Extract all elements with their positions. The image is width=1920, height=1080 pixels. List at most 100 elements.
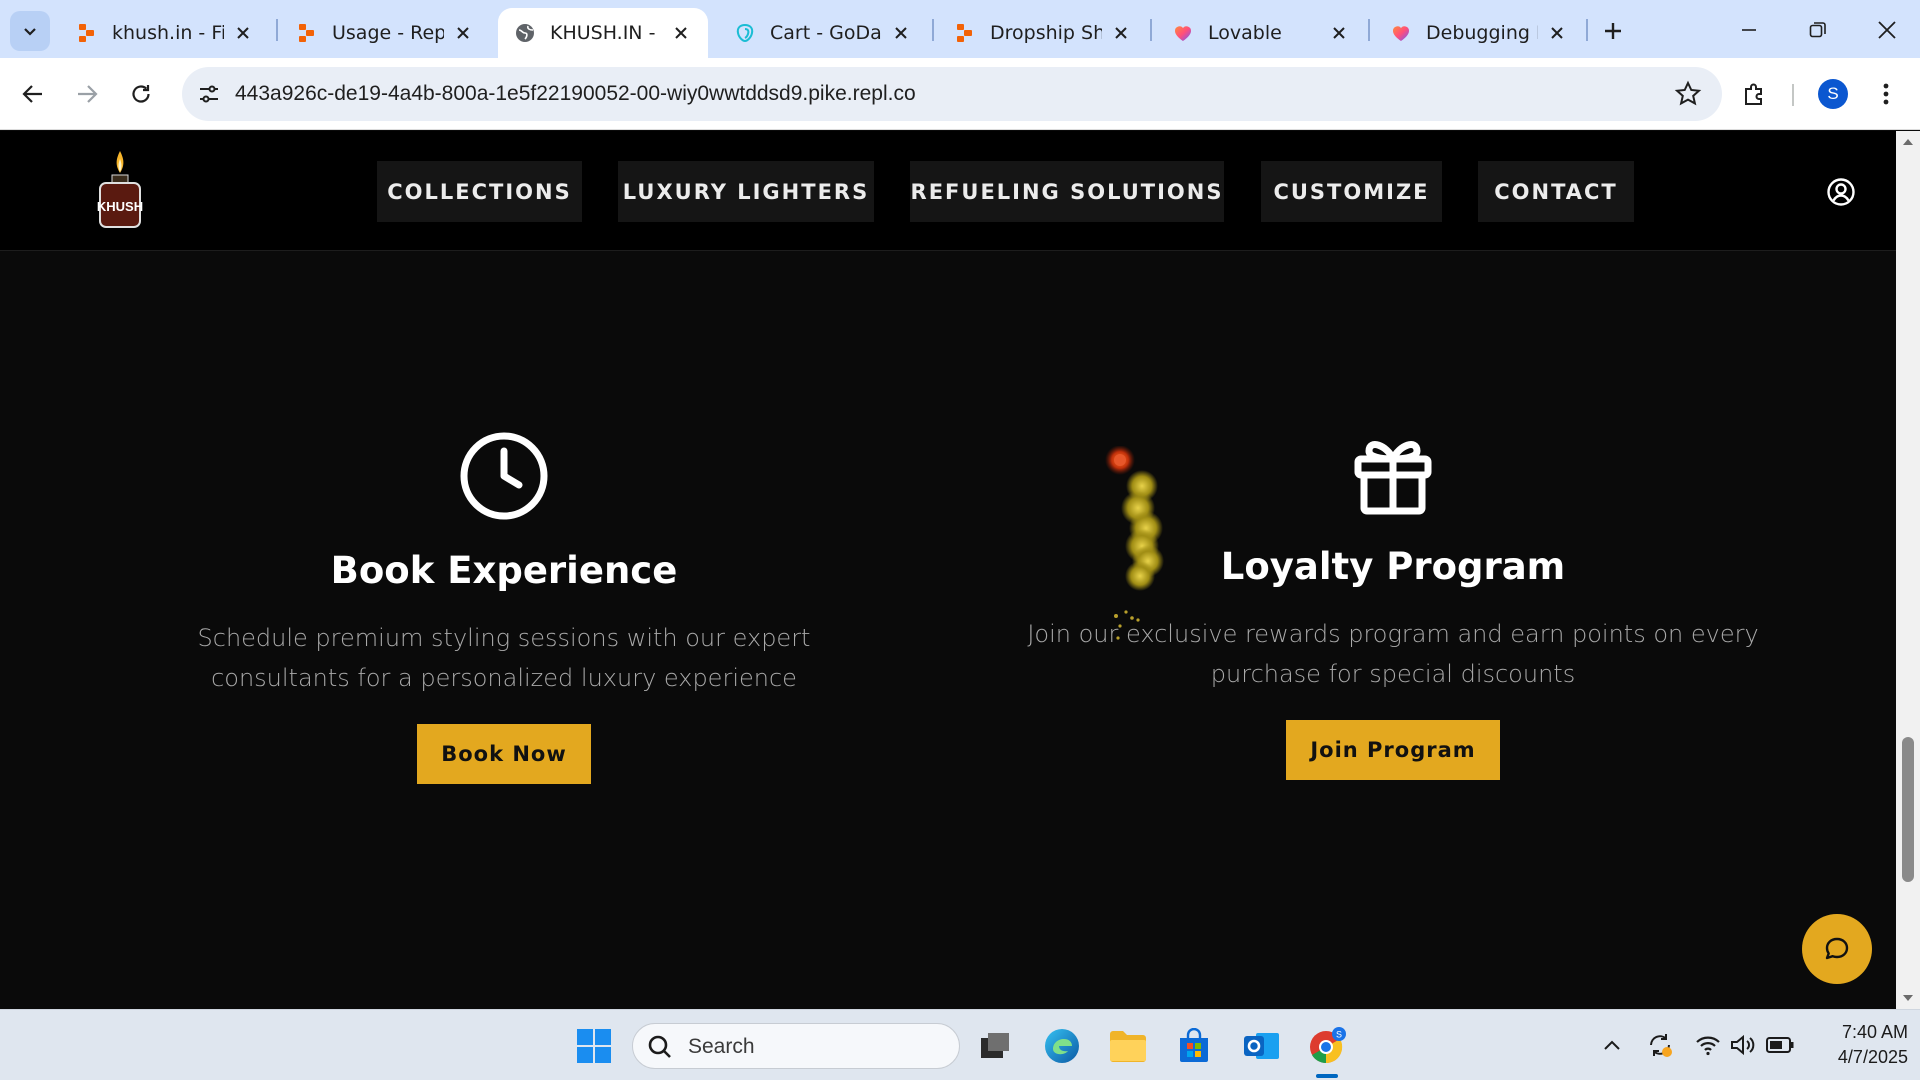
battery-icon [1766,1037,1794,1053]
nav-collections[interactable]: COLLECTIONS [377,161,582,222]
tab-title: Debugging Pr [1426,22,1538,44]
task-view-icon [981,1033,1009,1058]
khush-logo[interactable]: KHUSH [86,149,154,231]
chrome-app-button[interactable]: S [1303,1022,1351,1070]
clock-date: 4/7/2025 [1837,1047,1908,1067]
back-button[interactable] [13,74,53,114]
tab-debugging[interactable]: Debugging Pr [1374,8,1584,58]
tab-separator [1150,19,1152,41]
godaddy-icon [734,22,756,44]
close-icon[interactable] [670,22,692,44]
replit-icon [954,22,976,44]
plus-icon [1605,23,1621,39]
tab-khush-luxury[interactable]: KHUSH.IN - Lu [498,8,708,58]
tab-title: Cart - GoDadd [770,22,882,44]
close-icon[interactable] [890,22,912,44]
browser-tab-strip: khush.in - Fina Usage - Replit KHUSH.IN … [0,0,1920,58]
search-icon [648,1035,671,1058]
scroll-down-arrow-icon[interactable] [1901,991,1915,1005]
replit-icon [76,22,98,44]
tab-lovable[interactable]: Lovable [1156,8,1366,58]
taskbar-search[interactable]: Search [632,1023,960,1069]
gift-icon [1354,441,1432,515]
sync-tray-button[interactable] [1645,1030,1675,1060]
feature-description: Schedule premium styling sessions with o… [197,624,811,692]
new-tab-button[interactable] [1598,16,1628,46]
profile-avatar: S [1818,79,1848,109]
start-button[interactable] [570,1022,618,1070]
site-header: KHUSH COLLECTIONS LUXURY LIGHTERS REFUEL… [0,131,1896,251]
chevron-down-icon [24,28,36,36]
close-icon[interactable] [1546,22,1568,44]
nav-refueling-solutions[interactable]: REFUELING SOLUTIONS [910,161,1224,222]
restore-button[interactable] [1795,10,1841,50]
close-icon[interactable] [232,22,254,44]
system-clock[interactable]: 7:40 AM 4/7/2025 [1808,1020,1908,1070]
toolbar-divider [1792,84,1794,106]
nav-contact[interactable]: CONTACT [1478,161,1634,222]
outlook-app-button[interactable] [1237,1022,1285,1070]
file-explorer-button[interactable] [1104,1022,1152,1070]
volume-tray-button[interactable] [1728,1030,1758,1060]
scroll-up-arrow-icon[interactable] [1901,135,1915,149]
tab-usage-replit[interactable]: Usage - Replit [280,8,490,58]
tab-cart-godaddy[interactable]: Cart - GoDadd [718,8,928,58]
show-hidden-icons-button[interactable] [1597,1030,1627,1060]
profile-button[interactable]: S [1813,74,1853,114]
more-vertical-icon [1883,83,1889,105]
close-icon [1878,21,1896,39]
tab-title: Dropship Shop [990,22,1102,44]
edge-app-button[interactable] [1038,1022,1086,1070]
forward-button[interactable] [67,74,107,114]
nav-customize[interactable]: CUSTOMIZE [1261,161,1442,222]
tab-search-button[interactable] [10,11,50,51]
book-now-button[interactable]: Book Now [417,724,591,784]
chat-bubble-icon [1825,937,1849,960]
bookmark-star-icon[interactable] [1674,80,1702,108]
reload-button[interactable] [121,74,161,114]
tab-separator [1368,19,1370,41]
clock-time: 7:40 AM [1841,1022,1908,1042]
extensions-button[interactable] [1735,74,1775,114]
logo-text: KHUSH [97,199,143,214]
tab-khush-finance[interactable]: khush.in - Fina [60,8,270,58]
user-account-icon[interactable] [1826,177,1856,207]
puzzle-icon [1745,83,1762,105]
task-view-button[interactable] [971,1022,1019,1070]
feature-title: Book Experience [330,549,678,592]
chevron-up-icon [1604,1040,1620,1050]
join-program-button[interactable]: Join Program [1286,720,1500,780]
lovable-heart-icon [1390,22,1412,44]
windows-taskbar: Search S 7:40 AM 4/7/2025 [0,1009,1920,1080]
address-bar[interactable]: 443a926c-de19-4a4b-800a-1e5f22190052-00-… [182,67,1722,121]
tab-separator [1586,19,1588,41]
chrome-icon: S [1310,1027,1346,1064]
windows-logo-icon [577,1029,611,1063]
url-text: 443a926c-de19-4a4b-800a-1e5f22190052-00-… [235,82,916,105]
tab-title: KHUSH.IN - Lu [550,22,662,44]
page-scrollbar[interactable] [1896,131,1920,1009]
tab-dropship-shop[interactable]: Dropship Shop [938,8,1148,58]
microsoft-store-button[interactable] [1170,1022,1218,1070]
minimize-button[interactable] [1726,10,1772,50]
search-label: Search [688,1035,755,1058]
close-window-button[interactable] [1864,10,1910,50]
speaker-icon [1731,1034,1755,1056]
tab-title: Usage - Replit [332,22,444,44]
site-info-icon[interactable] [194,79,224,109]
nav-luxury-lighters[interactable]: LUXURY LIGHTERS [618,161,874,222]
chat-button[interactable] [1802,914,1872,984]
arrow-right-icon [78,85,98,103]
close-icon[interactable] [1328,22,1350,44]
folder-icon [1110,1031,1146,1062]
lovable-heart-icon [1172,22,1194,44]
tab-separator [932,19,934,41]
wifi-tray-button[interactable] [1693,1030,1723,1060]
close-icon[interactable] [1110,22,1132,44]
wifi-icon [1696,1036,1720,1056]
battery-tray-button[interactable] [1765,1030,1795,1060]
active-app-indicator [1316,1074,1338,1078]
close-icon[interactable] [452,22,474,44]
browser-menu-button[interactable] [1866,74,1906,114]
scrollbar-thumb[interactable] [1902,737,1914,882]
